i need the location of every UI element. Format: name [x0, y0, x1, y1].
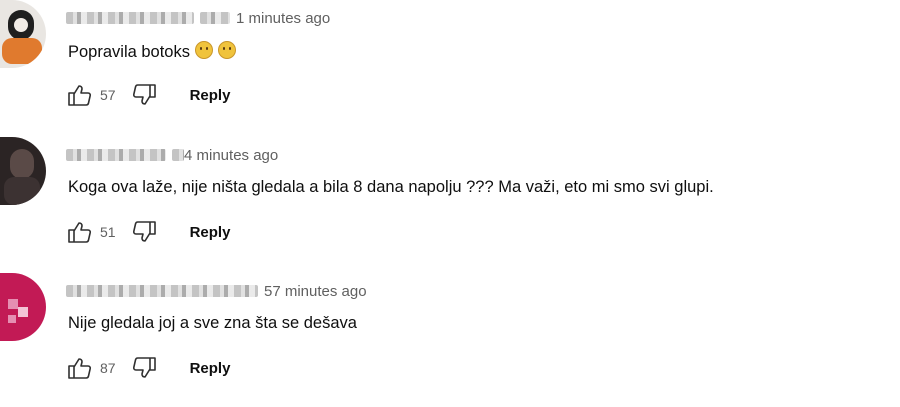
comment-text: Popravila botoks: [68, 41, 236, 62]
reply-button[interactable]: Reply: [190, 224, 231, 241]
thumbs-down-icon: [132, 357, 156, 378]
comment-text-body: Popravila botoks: [68, 43, 190, 61]
author-name-blurred[interactable]: [66, 149, 166, 161]
like-button[interactable]: [64, 217, 96, 247]
author-name-blurred: [172, 149, 184, 161]
dislike-button[interactable]: [128, 217, 160, 247]
like-count: 57: [100, 87, 116, 103]
comment-time[interactable]: 57 minutes ago: [264, 283, 367, 300]
author-name-blurred[interactable]: [66, 285, 258, 297]
comment-time[interactable]: 4 minutes ago: [184, 147, 278, 164]
comment-time[interactable]: 1 minutes ago: [236, 10, 330, 27]
comment-text-body: Nije gledala joj a sve zna šta se dešava: [68, 314, 357, 332]
comment-header: 57 minutes ago: [66, 281, 367, 301]
comment-header: 4 minutes ago: [66, 145, 278, 165]
dislike-button[interactable]: [128, 353, 160, 383]
like-button[interactable]: [64, 353, 96, 383]
crying-face-icon: [218, 41, 236, 59]
thumbs-up-icon: [68, 358, 92, 379]
avatar[interactable]: [0, 273, 46, 341]
comment-header: 1 minutes ago: [66, 8, 330, 28]
reply-button[interactable]: Reply: [190, 360, 231, 377]
like-button[interactable]: [64, 80, 96, 110]
comment-actions: 57 Reply: [64, 80, 230, 110]
thumbs-up-icon: [68, 85, 92, 106]
crying-face-icon: [195, 41, 213, 59]
comment-item: 57 minutes ago Nije gledala joj a sve zn…: [0, 273, 900, 407]
thumbs-down-icon: [132, 84, 156, 105]
like-count: 51: [100, 224, 116, 240]
like-count: 87: [100, 360, 116, 376]
comment-actions: 87 Reply: [64, 353, 230, 383]
avatar[interactable]: [0, 0, 46, 68]
comment-text: Nije gledala joj a sve zna šta se dešava: [68, 314, 357, 333]
thumbs-down-icon: [132, 221, 156, 242]
author-name-blurred: [200, 12, 230, 24]
comment-text: Koga ova laže, nije ništa gledala a bila…: [68, 178, 714, 197]
thumbs-up-icon: [68, 222, 92, 243]
dislike-button[interactable]: [128, 80, 160, 110]
author-name-blurred[interactable]: [66, 12, 194, 24]
comment-text-body: Koga ova laže, nije ništa gledala a bila…: [68, 178, 714, 196]
reply-button[interactable]: Reply: [190, 87, 231, 104]
comment-item: 4 minutes ago Koga ova laže, nije ništa …: [0, 137, 900, 271]
avatar[interactable]: [0, 137, 46, 205]
comment-actions: 51 Reply: [64, 217, 230, 247]
comment-item: 1 minutes ago Popravila botoks 57 Reply: [0, 0, 900, 134]
